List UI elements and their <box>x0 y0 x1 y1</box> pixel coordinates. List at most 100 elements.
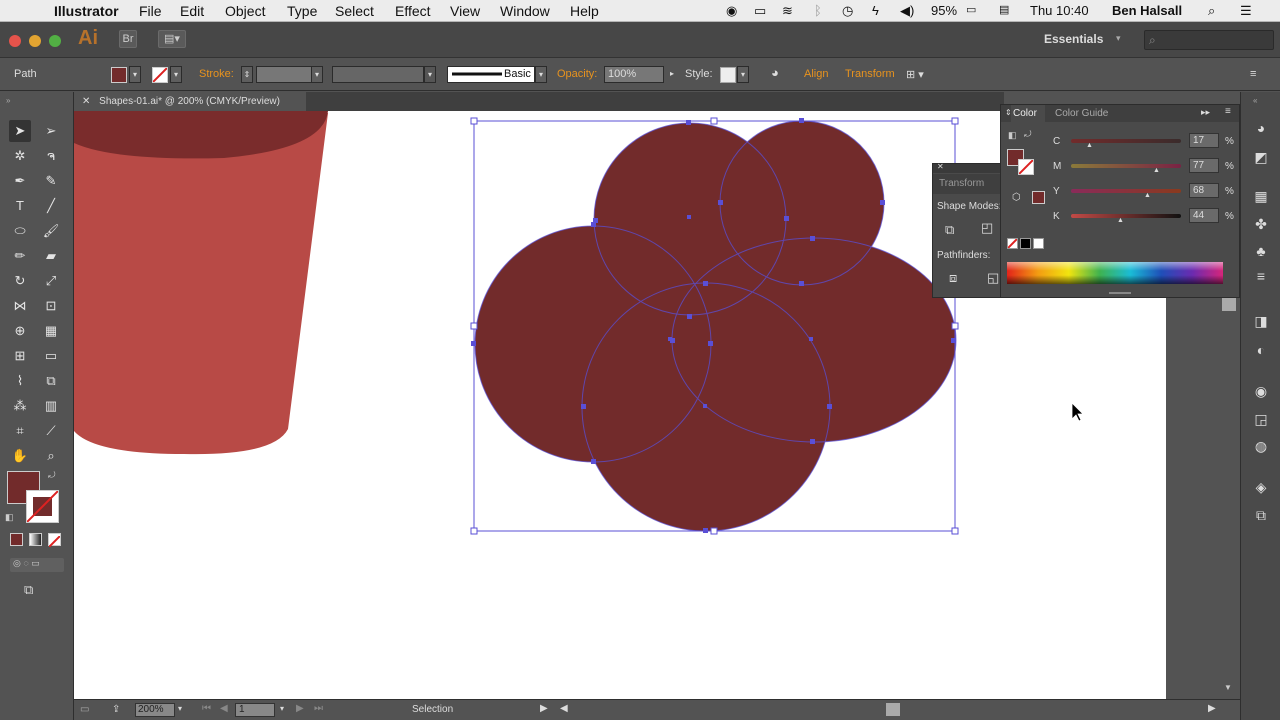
none-swatch[interactable] <box>1007 238 1018 249</box>
expand-panel-icon[interactable]: ▸▸ <box>1201 107 1210 118</box>
brush-definition[interactable]: Basic <box>447 66 535 83</box>
pencil-tool-icon[interactable]: ✏ <box>9 245 31 267</box>
graphic-styles-panel-icon[interactable]: ◲ <box>1252 410 1270 428</box>
first-artboard-icon[interactable]: ⏮ <box>202 703 211 714</box>
close-tab-icon[interactable]: ✕ <box>82 96 90 107</box>
cyan-slider-thumb[interactable]: ▲ <box>1086 142 1093 149</box>
cyan-value[interactable]: 17 <box>1189 133 1219 148</box>
default-colors-icon[interactable]: ◧ <box>1008 130 1017 141</box>
bbox-handle-top-left[interactable] <box>470 117 478 125</box>
free-transform-tool-icon[interactable]: ⊡ <box>40 295 62 317</box>
magic-wand-tool-icon[interactable]: ✲ <box>9 145 31 167</box>
menu-type[interactable]: Type <box>287 3 317 19</box>
current-tool-label[interactable]: Selection <box>412 704 453 715</box>
direct-selection-tool-icon[interactable]: ➢ <box>40 120 62 142</box>
opacity-arrow-icon[interactable]: ▸ <box>666 66 678 83</box>
dock-collapse-icon[interactable]: « <box>1253 96 1257 105</box>
scroll-left-icon[interactable]: ◀ <box>560 703 568 714</box>
menu-edit[interactable]: Edit <box>180 3 204 19</box>
brush-dropdown-icon[interactable]: ▾ <box>535 66 547 83</box>
magenta-slider-thumb[interactable]: ▲ <box>1153 167 1160 174</box>
fill-swatch[interactable] <box>111 67 127 83</box>
black-swatch[interactable] <box>1020 238 1031 249</box>
symbol-sprayer-tool-icon[interactable]: ⁂ <box>9 395 31 417</box>
default-fill-stroke-icon[interactable]: ◧ <box>5 512 14 523</box>
recolor-artwork-icon[interactable]: ◕ <box>771 65 779 80</box>
scroll-right-icon[interactable]: ▶ <box>1208 703 1216 714</box>
close-panel-icon[interactable]: ✕ <box>937 162 944 171</box>
bridge-button[interactable]: Br <box>119 30 137 48</box>
gamut-swatch[interactable] <box>1032 191 1045 204</box>
workspace-switcher[interactable]: Essentials <box>1044 32 1103 46</box>
stroke-weight-field[interactable] <box>256 66 312 83</box>
menu-help[interactable]: Help <box>570 3 599 19</box>
notification-center-icon[interactable]: ☰ <box>1240 3 1252 19</box>
column-graph-tool-icon[interactable]: ▥ <box>40 395 62 417</box>
menu-effect[interactable]: Effect <box>395 3 431 19</box>
vertical-scroll-thumb[interactable] <box>1222 297 1236 311</box>
layers-panel-icon[interactable]: ◈ <box>1252 478 1270 496</box>
black-value[interactable]: 44 <box>1189 208 1219 223</box>
fill-dropdown-icon[interactable]: ▾ <box>129 66 141 83</box>
slice-tool-icon[interactable]: ⟋ <box>40 420 62 442</box>
selection-tool-icon[interactable]: ➤ <box>9 120 31 142</box>
graphic-style-swatch[interactable] <box>720 67 736 83</box>
unite-icon[interactable]: ⧉ <box>945 222 954 238</box>
status-menu-arrow-icon[interactable]: ▶ <box>540 703 548 714</box>
hand-tool-icon[interactable]: ✋ <box>9 445 31 467</box>
drawing-modes-icon[interactable]: ◎ ◌ ▭ <box>10 558 64 572</box>
isolate-icon[interactable]: ⊞ ▾ <box>906 68 924 81</box>
flag-icon[interactable]: ▤ <box>999 3 1009 16</box>
dock-divider-menu-icon[interactable]: ≡ <box>1252 267 1270 285</box>
magenta-slider[interactable] <box>1071 164 1181 168</box>
record-icon[interactable]: ◉ <box>726 3 737 19</box>
shape-builder-tool-icon[interactable]: ⊕ <box>9 320 31 342</box>
transform-tab[interactable]: Transform <box>933 174 1003 194</box>
trim-icon[interactable]: ◱ <box>987 270 999 286</box>
control-panel-menu-icon[interactable]: ≡ <box>1250 68 1256 80</box>
bbox-handle-top[interactable] <box>710 117 718 125</box>
zoom-tool-icon[interactable]: ⌕ <box>40 445 62 467</box>
lasso-tool-icon[interactable]: ຈ <box>40 145 62 167</box>
next-artboard-icon[interactable]: ▶ <box>296 703 304 714</box>
app-menu[interactable]: Illustrator <box>54 3 119 19</box>
status-icon[interactable]: ▭ <box>80 704 89 715</box>
workspace-dropdown-icon[interactable]: ▾ <box>1116 33 1121 44</box>
type-tool-icon[interactable]: T <box>9 195 31 217</box>
panel-title-bar[interactable]: ✕ <box>933 162 1003 173</box>
gradient-mode-button[interactable] <box>29 533 42 546</box>
color-panel[interactable]: ⇕ Color Color Guide ▸▸ ≡ ◧ ⤾ ⬡ C ▲ 17 % … <box>1000 104 1240 298</box>
cloud-circles-group[interactable] <box>475 121 956 531</box>
stroke-none-swatch[interactable] <box>152 67 168 83</box>
color-guide-panel-icon[interactable]: ◩ <box>1252 148 1270 166</box>
curvature-tool-icon[interactable]: ✎ <box>40 170 62 192</box>
stroke-panel-icon[interactable]: ◍ <box>1252 437 1270 455</box>
blend-tool-icon[interactable]: ⧉ <box>40 370 62 392</box>
arrange-documents-button[interactable]: ▤▾ <box>158 30 186 48</box>
panel-stroke-swatch[interactable] <box>1018 159 1034 175</box>
bbox-handle-top-right[interactable] <box>951 117 959 125</box>
stroke-color-box[interactable] <box>26 490 59 523</box>
bbox-handle-bottom[interactable] <box>710 527 718 535</box>
document-tab[interactable]: ✕ Shapes-01.ai* @ 200% (CMYK/Preview) <box>74 92 306 111</box>
stroke-weight-dropdown-icon[interactable]: ▾ <box>311 66 323 83</box>
transparency-panel-icon[interactable]: ◐ <box>1252 341 1270 359</box>
gradient-panel-icon[interactable]: ◨ <box>1252 312 1270 330</box>
transform-link[interactable]: Transform <box>845 68 895 80</box>
menu-object[interactable]: Object <box>225 3 265 19</box>
artboard-tool-icon[interactable]: ⌗ <box>9 420 31 442</box>
bbox-handle-bottom-left[interactable] <box>470 527 478 535</box>
pen-tool-icon[interactable]: ✒ <box>9 170 31 192</box>
color-spectrum-bar[interactable] <box>1007 262 1223 284</box>
wifi-icon[interactable]: ≋ <box>782 3 793 19</box>
swatches-panel-icon[interactable]: ▦ <box>1252 187 1270 205</box>
cup-shape[interactable] <box>74 111 328 455</box>
gradient-tool-icon[interactable]: ▭ <box>40 345 62 367</box>
tab-color[interactable]: Color <box>1011 105 1045 122</box>
color-mode-button[interactable] <box>10 533 23 546</box>
last-artboard-icon[interactable]: ⏭ <box>314 703 323 714</box>
swap-colors-icon[interactable]: ⤾ <box>1024 129 1032 140</box>
stroke-weight-stepper[interactable]: ⇕ <box>241 66 253 83</box>
zoom-field[interactable]: 200% <box>135 703 175 717</box>
minus-front-icon[interactable]: ◰ <box>981 220 993 236</box>
